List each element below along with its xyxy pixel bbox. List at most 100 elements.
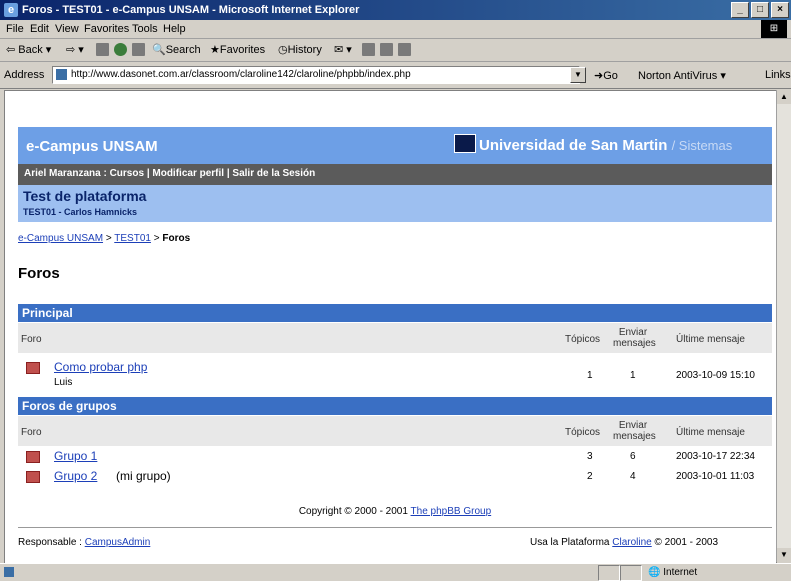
address-input[interactable]: http://www.dasonet.com.ar/classroom/clar… — [52, 66, 580, 84]
forum-messages: 6 — [630, 451, 636, 462]
toolbar: ⇦ Back ▾ ⇨ ▾ 🔍Search ★Favorites ◷History… — [0, 39, 791, 62]
breadcrumb-current: Foros — [162, 233, 191, 244]
breadcrumb-home[interactable]: e-Campus UNSAM — [18, 233, 103, 244]
forum-topics: 2 — [587, 471, 593, 482]
refresh-icon[interactable] — [114, 43, 127, 56]
forum-row: Como probar php Luis 1 1 2003-10-09 15:1… — [18, 356, 772, 390]
favorites-button[interactable]: ★Favorites — [210, 43, 265, 56]
forum-link[interactable]: Como probar php — [54, 360, 147, 374]
column-header-row: Foro Tópicos Enviar mensajes Últime mensa… — [18, 416, 772, 446]
address-dropdown-button[interactable]: ▼ — [570, 67, 586, 83]
footer-divider — [18, 527, 772, 528]
course-subtitle: TEST01 - Carlos Hamnicks — [23, 207, 138, 217]
folder-icon — [26, 471, 40, 483]
zone-indicator: 🌐 Internet — [648, 567, 698, 578]
stop-icon[interactable] — [96, 43, 109, 56]
col-ultimo: Últime mensaje — [676, 427, 745, 438]
page-icon — [56, 69, 67, 80]
folder-icon — [26, 362, 40, 374]
minimize-button[interactable]: _ — [731, 2, 749, 18]
col-enviar: Enviar mensajes — [613, 327, 656, 349]
address-label: Address — [4, 69, 45, 81]
copyright-text: Copyright © 2000 - 2001 — [298, 506, 408, 517]
window-titlebar: e Foros - TEST01 - e-Campus UNSAM - Micr… — [0, 0, 791, 20]
col-ultimo: Últime mensaje — [676, 334, 745, 345]
forum-link[interactable]: Grupo 1 — [54, 449, 97, 463]
forum-description: Luis — [54, 377, 73, 388]
sistemas-label: / Sistemas — [671, 138, 733, 153]
scroll-down-icon[interactable]: ▼ — [777, 548, 791, 562]
menu-view[interactable]: View — [55, 23, 79, 35]
site-header: e-Campus UNSAM Universidad de San Martin… — [18, 127, 772, 164]
menu-tools[interactable]: Tools — [132, 23, 158, 35]
col-topicos: Tópicos — [565, 334, 601, 345]
col-enviar-1: Enviar — [618, 327, 648, 338]
print-icon[interactable] — [362, 43, 375, 56]
col-topicos: Tópicos — [565, 427, 601, 438]
ie-icon: e — [4, 3, 18, 17]
platform-credit: Usa la Plataforma Claroline © 2001 - 200… — [530, 537, 718, 548]
favorites-label: Favorites — [219, 44, 266, 56]
page-status-icon — [4, 567, 14, 577]
norton-label: Norton AntiVirus — [638, 70, 718, 82]
go-label: Go — [603, 70, 618, 82]
discuss-icon[interactable] — [398, 43, 411, 56]
mail-button[interactable]: ✉ ▾ — [334, 43, 352, 56]
forum-topics: 3 — [587, 451, 593, 462]
address-url: http://www.dasonet.com.ar/classroom/clar… — [71, 69, 411, 80]
responsable: Responsable : CampusAdmin — [18, 537, 150, 548]
column-header-row: Foro Tópicos Enviar mensajes Últime mensa… — [18, 323, 772, 353]
col-enviar-2: mensajes — [613, 338, 656, 349]
forum-last-message: 2003-10-09 15:10 — [676, 370, 755, 381]
history-button[interactable]: ◷History — [278, 43, 322, 56]
responsable-link[interactable]: CampusAdmin — [85, 537, 151, 548]
links-button[interactable]: Links — [765, 69, 791, 81]
scroll-up-icon[interactable]: ▲ — [777, 90, 791, 104]
col-foro: Foro — [21, 427, 42, 438]
vertical-scrollbar[interactable]: ▲ ▼ — [776, 90, 791, 562]
course-title: Test de plataforma — [23, 188, 147, 204]
windows-logo-icon: ⊞ — [761, 20, 787, 38]
menu-favorites[interactable]: Favorites — [84, 23, 129, 35]
go-button[interactable]: ➜Go — [594, 69, 618, 82]
course-banner: Test de plataforma TEST01 - Carlos Hamni… — [18, 185, 772, 222]
history-label: History — [287, 44, 322, 56]
section-title: Foros de grupos — [22, 399, 117, 413]
forum-row: Grupo 1 3 6 2003-10-17 22:34 — [18, 446, 772, 468]
university-name: Universidad de San Martin — [479, 137, 668, 154]
forum-row: Grupo 2 (mi grupo) 2 4 2003-10-01 11:03 — [18, 466, 772, 488]
breadcrumb-course[interactable]: TEST01 — [114, 233, 151, 244]
forum-extra: (mi grupo) — [116, 469, 171, 483]
university-title[interactable]: Universidad de San Martin / Sistemas — [479, 137, 732, 154]
col-enviar-2: mensajes — [613, 431, 656, 442]
status-cell — [620, 565, 642, 581]
user-nav-text[interactable]: Ariel Maranzana : Cursos | Modificar per… — [24, 168, 315, 179]
menu-help[interactable]: Help — [163, 23, 186, 35]
platform-suffix: © 2001 - 2003 — [654, 537, 719, 548]
search-button[interactable]: 🔍Search — [152, 43, 201, 56]
col-foro: Foro — [21, 334, 42, 345]
breadcrumb: e-Campus UNSAM > TEST01 > Foros — [18, 233, 190, 244]
breadcrumb-separator: > — [153, 233, 160, 244]
phpbb-link[interactable]: The phpBB Group — [411, 506, 492, 517]
campus-link[interactable]: e-Campus UNSAM — [26, 138, 158, 155]
menu-edit[interactable]: Edit — [30, 23, 49, 35]
copyright: Copyright © 2000 - 2001 The phpBB Group — [18, 506, 772, 517]
menu-file[interactable]: File — [6, 23, 24, 35]
forum-link[interactable]: Grupo 2 — [54, 469, 97, 483]
addressbar: Address http://www.dasonet.com.ar/classr… — [0, 62, 791, 89]
close-button[interactable]: × — [771, 2, 789, 18]
forward-button[interactable]: ⇨ ▾ — [66, 43, 84, 56]
responsable-label: Responsable : — [18, 537, 82, 548]
section-title: Principal — [22, 306, 73, 320]
window-title: Foros - TEST01 - e-Campus UNSAM - Micros… — [22, 4, 360, 16]
claroline-link[interactable]: Claroline — [612, 537, 651, 548]
forum-last-message: 2003-10-17 22:34 — [676, 451, 755, 462]
edit-icon[interactable] — [380, 43, 393, 56]
back-button[interactable]: ⇦ Back ▾ — [6, 43, 51, 56]
col-enviar-1: Enviar — [618, 420, 648, 431]
norton-button[interactable]: Norton AntiVirus ▾ — [638, 69, 726, 82]
platform-prefix: Usa la Plataforma — [530, 537, 610, 548]
home-icon[interactable] — [132, 43, 145, 56]
maximize-button[interactable]: □ — [751, 2, 769, 18]
